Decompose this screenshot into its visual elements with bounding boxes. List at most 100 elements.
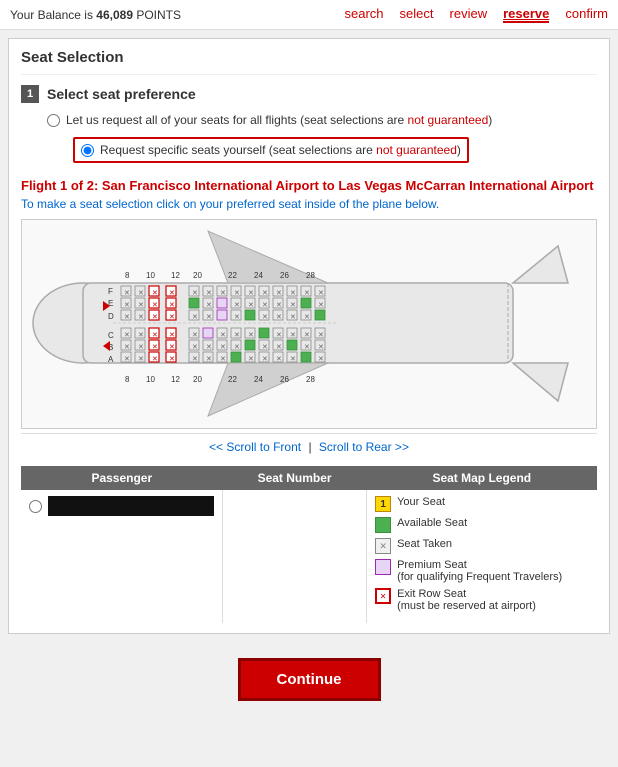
svg-text:✕: ✕ bbox=[234, 302, 240, 309]
svg-text:✕: ✕ bbox=[248, 302, 254, 309]
step-header: 1 Select seat preference bbox=[21, 85, 597, 103]
svg-text:✕: ✕ bbox=[276, 356, 282, 363]
seat-instruction: To make a seat selection click on your p… bbox=[21, 197, 597, 211]
svg-text:✕: ✕ bbox=[290, 356, 296, 363]
svg-text:✕: ✕ bbox=[169, 302, 175, 309]
svg-text:✕: ✕ bbox=[206, 290, 212, 297]
svg-text:✕: ✕ bbox=[124, 332, 130, 339]
svg-text:✕: ✕ bbox=[124, 290, 130, 297]
svg-text:A: A bbox=[108, 355, 114, 364]
svg-text:✕: ✕ bbox=[124, 344, 130, 351]
taken-icon: ✕ bbox=[375, 538, 391, 554]
svg-text:24: 24 bbox=[254, 271, 263, 280]
seat-selection-box: Seat Selection 1 Select seat preference … bbox=[8, 38, 610, 634]
seats-row-d[interactable]: ✕ ✕ ✕ ✕ ✕ ✕ ✕ ✕ ✕ ✕ ✕ bbox=[121, 310, 325, 321]
svg-text:8: 8 bbox=[125, 271, 130, 280]
svg-text:✕: ✕ bbox=[138, 356, 144, 363]
svg-text:D: D bbox=[108, 312, 114, 321]
svg-text:✕: ✕ bbox=[138, 314, 144, 321]
passenger-cell bbox=[21, 490, 223, 623]
svg-text:✕: ✕ bbox=[152, 344, 158, 351]
svg-text:✕: ✕ bbox=[206, 356, 212, 363]
option2-radio[interactable] bbox=[81, 144, 94, 157]
scroll-rear-link[interactable]: Scroll to Rear >> bbox=[319, 440, 409, 454]
continue-button[interactable]: Continue bbox=[238, 658, 381, 701]
svg-text:26: 26 bbox=[280, 375, 289, 384]
nav-confirm[interactable]: confirm bbox=[565, 6, 608, 23]
nav-review[interactable]: review bbox=[450, 6, 488, 23]
seats-row-e[interactable]: ✕ ✕ ✕ ✕ ✕ ✕ ✕ ✕ ✕ ✕ ✕ bbox=[121, 298, 325, 309]
svg-text:✕: ✕ bbox=[169, 332, 175, 339]
legend-your-seat: 1 Your Seat bbox=[375, 496, 589, 512]
option2-text: Request specific seats yourself (seat se… bbox=[100, 143, 461, 157]
svg-text:✕: ✕ bbox=[206, 314, 212, 321]
svg-text:✕: ✕ bbox=[152, 356, 158, 363]
svg-text:✕: ✕ bbox=[248, 332, 254, 339]
svg-text:✕: ✕ bbox=[234, 332, 240, 339]
seat-number-cell bbox=[223, 490, 367, 623]
svg-text:✕: ✕ bbox=[304, 344, 310, 351]
svg-text:28: 28 bbox=[306, 271, 315, 280]
svg-text:20: 20 bbox=[193, 375, 202, 384]
svg-text:✕: ✕ bbox=[248, 356, 254, 363]
svg-text:12: 12 bbox=[171, 271, 180, 280]
svg-text:✕: ✕ bbox=[290, 332, 296, 339]
passenger-radio[interactable] bbox=[29, 500, 42, 513]
passenger-radio-group bbox=[29, 496, 214, 516]
exit-row-icon: ✕ bbox=[375, 588, 391, 604]
your-seat-label: Your Seat bbox=[397, 496, 445, 508]
svg-text:12: 12 bbox=[171, 375, 180, 384]
svg-text:✕: ✕ bbox=[152, 290, 158, 297]
svg-text:✕: ✕ bbox=[248, 290, 254, 297]
seats-row-c[interactable]: ✕ ✕ ✕ ✕ ✕ ✕ ✕ ✕ ✕ ✕ ✕ ✕ bbox=[121, 328, 325, 339]
svg-text:✕: ✕ bbox=[234, 344, 240, 351]
svg-text:✕: ✕ bbox=[262, 314, 268, 321]
section-title: Seat Selection bbox=[21, 49, 597, 75]
scroll-links: << Scroll to Front | Scroll to Rear >> bbox=[21, 433, 597, 460]
svg-text:✕: ✕ bbox=[220, 356, 226, 363]
svg-text:✕: ✕ bbox=[276, 290, 282, 297]
nav-search[interactable]: search bbox=[345, 6, 384, 23]
svg-text:✕: ✕ bbox=[304, 314, 310, 321]
svg-text:C: C bbox=[108, 331, 114, 340]
top-bar: Your Balance is 46,089 POINTS search sel… bbox=[0, 0, 618, 30]
option1-container: Let us request all of your seats for all… bbox=[47, 113, 597, 127]
option1-radio[interactable] bbox=[47, 114, 60, 127]
nav-reserve[interactable]: reserve bbox=[503, 6, 549, 23]
option2-container[interactable]: Request specific seats yourself (seat se… bbox=[73, 137, 469, 163]
legend-cell: 1 Your Seat Available Seat ✕ Seat Taken bbox=[367, 490, 597, 623]
option2-wrapper: Request specific seats yourself (seat se… bbox=[47, 132, 597, 168]
svg-text:20: 20 bbox=[193, 271, 202, 280]
flight-title: Flight 1 of 2: San Francisco Internation… bbox=[21, 178, 597, 193]
seats-row-b[interactable]: ✕ ✕ ✕ ✕ ✕ ✕ ✕ ✕ ✕ ✕ ✕ ✕ bbox=[121, 340, 325, 351]
svg-text:✕: ✕ bbox=[169, 290, 175, 297]
seats-row-a[interactable]: ✕ ✕ ✕ ✕ ✕ ✕ ✕ ✕ ✕ ✕ ✕ ✕ bbox=[121, 352, 325, 363]
svg-text:✕: ✕ bbox=[192, 344, 198, 351]
svg-text:✕: ✕ bbox=[169, 314, 175, 321]
seat-map[interactable]: 8 10 12 20 22 24 26 28 8 10 12 20 22 24 bbox=[21, 219, 597, 429]
svg-text:✕: ✕ bbox=[290, 290, 296, 297]
premium-label: Premium Seat (for qualifying Frequent Tr… bbox=[397, 559, 562, 583]
svg-text:10: 10 bbox=[146, 271, 155, 280]
svg-text:✕: ✕ bbox=[276, 344, 282, 351]
svg-text:✕: ✕ bbox=[206, 302, 212, 309]
passenger-row: 1 Your Seat Available Seat ✕ Seat Taken bbox=[21, 490, 597, 623]
seat-map-svg: 8 10 12 20 22 24 26 28 8 10 12 20 22 24 bbox=[28, 226, 597, 421]
nav-select[interactable]: select bbox=[400, 6, 434, 23]
svg-text:✕: ✕ bbox=[262, 344, 268, 351]
svg-text:✕: ✕ bbox=[290, 302, 296, 309]
svg-text:✕: ✕ bbox=[234, 290, 240, 297]
option1-text: Let us request all of your seats for all… bbox=[66, 113, 492, 127]
svg-text:✕: ✕ bbox=[192, 332, 198, 339]
svg-text:✕: ✕ bbox=[262, 290, 268, 297]
svg-text:10: 10 bbox=[146, 375, 155, 384]
seats-row-f[interactable]: ✕ ✕ ✕ ✕ ✕ ✕ ✕ ✕ ✕ ✕ ✕ ✕ ✕ ✕ bbox=[121, 286, 325, 297]
legend-taken: ✕ Seat Taken bbox=[375, 538, 589, 554]
svg-text:✕: ✕ bbox=[220, 332, 226, 339]
svg-text:✕: ✕ bbox=[234, 314, 240, 321]
svg-text:✕: ✕ bbox=[276, 332, 282, 339]
svg-text:✕: ✕ bbox=[138, 332, 144, 339]
svg-text:22: 22 bbox=[228, 375, 237, 384]
scroll-front-link[interactable]: << Scroll to Front bbox=[209, 440, 301, 454]
svg-text:✕: ✕ bbox=[138, 302, 144, 309]
